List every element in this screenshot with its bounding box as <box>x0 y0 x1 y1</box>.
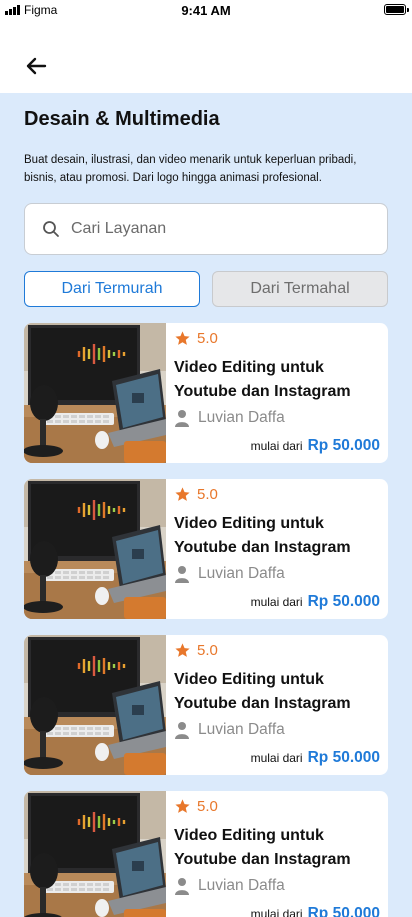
status-time: 9:41 AM <box>181 3 231 18</box>
rating: 5.0 <box>174 486 218 503</box>
price-value: Rp 50.000 <box>307 593 380 610</box>
rating-value: 5.0 <box>197 330 218 347</box>
rating-value: 5.0 <box>197 486 218 503</box>
service-thumbnail <box>24 323 166 463</box>
arrow-left-icon <box>26 57 47 75</box>
author-name: Luvian Daffa <box>198 721 285 738</box>
star-icon <box>175 643 190 657</box>
service-thumbnail <box>24 479 166 619</box>
price-prefix: mulai dari <box>250 439 303 453</box>
service-thumbnail <box>24 635 166 775</box>
sort-cheapest-button[interactable]: Dari Termurah <box>24 271 200 307</box>
rating-value: 5.0 <box>197 642 218 659</box>
rating: 5.0 <box>174 330 218 347</box>
author: Luvian Daffa <box>174 721 285 739</box>
service-info: 5.0 Video Editing untuk Youtube dan Inst… <box>174 791 388 917</box>
price-value: Rp 50.000 <box>307 905 380 917</box>
price-value: Rp 50.000 <box>307 437 380 454</box>
author: Luvian Daffa <box>174 565 285 583</box>
service-info: 5.0 Video Editing untuk Youtube dan Inst… <box>174 323 388 463</box>
author-name: Luvian Daffa <box>198 565 285 582</box>
star-icon <box>175 487 190 501</box>
service-title: Video Editing untuk Youtube dan Instagra… <box>174 827 351 868</box>
price: mulai dari Rp 50.000 <box>251 905 380 917</box>
search-input[interactable] <box>71 220 371 238</box>
search-icon <box>41 219 61 239</box>
price-prefix: mulai dari <box>250 907 303 917</box>
service-card[interactable]: 5.0 Video Editing untuk Youtube dan Inst… <box>24 323 388 463</box>
back-button[interactable] <box>22 52 50 80</box>
service-card[interactable]: 5.0 Video Editing untuk Youtube dan Inst… <box>24 791 388 917</box>
service-title: Video Editing untuk Youtube dan Instagra… <box>174 359 351 400</box>
service-title: Video Editing untuk Youtube dan Instagra… <box>174 671 351 712</box>
author: Luvian Daffa <box>174 877 285 895</box>
service-card[interactable]: 5.0 Video Editing untuk Youtube dan Inst… <box>24 479 388 619</box>
service-thumbnail <box>24 791 166 917</box>
page-description: Buat desain, ilustrasi, dan video menari… <box>24 154 357 184</box>
status-bar: Figma 9:41 AM <box>0 0 412 22</box>
user-icon <box>175 410 189 427</box>
author-name: Luvian Daffa <box>198 409 285 426</box>
price-prefix: mulai dari <box>250 595 303 609</box>
rating-value: 5.0 <box>197 798 218 815</box>
user-icon <box>175 566 189 583</box>
rating: 5.0 <box>174 798 218 815</box>
service-title: Video Editing untuk Youtube dan Instagra… <box>174 515 351 556</box>
author-name: Luvian Daffa <box>198 877 285 894</box>
author: Luvian Daffa <box>174 409 285 427</box>
service-info: 5.0 Video Editing untuk Youtube dan Inst… <box>174 479 388 619</box>
price-prefix: mulai dari <box>250 751 303 765</box>
user-icon <box>175 722 189 739</box>
user-icon <box>175 878 189 895</box>
star-icon <box>175 331 190 345</box>
page-title: Desain & Multimedia <box>24 108 220 130</box>
battery-icon <box>384 4 409 15</box>
rating: 5.0 <box>174 642 218 659</box>
price: mulai dari Rp 50.000 <box>251 437 380 455</box>
service-card[interactable]: 5.0 Video Editing untuk Youtube dan Inst… <box>24 635 388 775</box>
service-info: 5.0 Video Editing untuk Youtube dan Inst… <box>174 635 388 775</box>
price-value: Rp 50.000 <box>307 749 380 766</box>
price: mulai dari Rp 50.000 <box>251 749 380 767</box>
app-header <box>0 22 412 93</box>
price: mulai dari Rp 50.000 <box>251 593 380 611</box>
search-bar[interactable] <box>24 203 388 255</box>
sort-most-expensive-button[interactable]: Dari Termahal <box>212 271 388 307</box>
star-icon <box>175 799 190 813</box>
